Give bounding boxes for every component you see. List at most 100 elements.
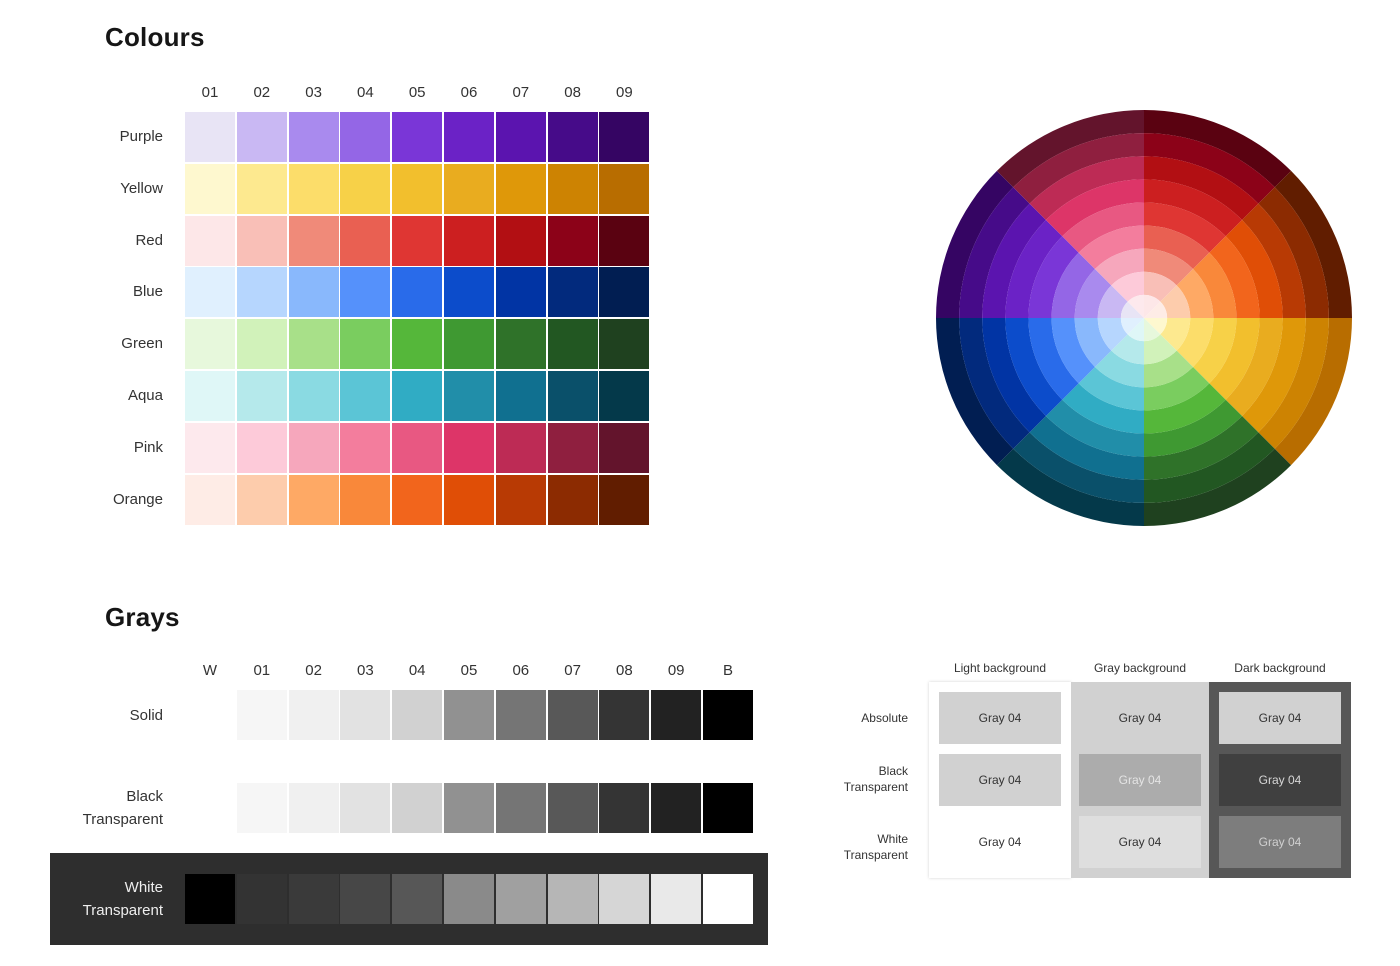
colour-column-header-07: 07 [512, 84, 530, 101]
swatch-orange-06 [444, 474, 494, 525]
swatch-pink-08 [547, 422, 598, 473]
swatch-blue-08 [547, 267, 598, 318]
gray-column-header-02: 02 [305, 662, 322, 679]
colour-row-label-red: Red [135, 231, 163, 249]
swatch-red-04 [340, 215, 391, 266]
colour-column-header-08: 08 [564, 84, 581, 101]
colour-column-header-09: 09 [616, 84, 633, 101]
swatch-aqua-07 [495, 371, 546, 421]
white-transparent-swatch-04 [392, 874, 443, 924]
colour-row-label-blue: Blue [132, 283, 163, 301]
swatch-pink-07 [495, 422, 546, 473]
colours-title: Colours [105, 22, 205, 52]
swatch-blue-01 [185, 267, 235, 318]
swatch-green-09 [599, 319, 650, 370]
swatch-purple-04 [340, 112, 391, 162]
bg-row-label-2-line1: White [877, 832, 908, 846]
white-transparent-swatch-W [185, 874, 235, 924]
gray-column-header-06: 06 [512, 662, 530, 679]
black-transparent-swatch-B [703, 783, 753, 833]
gray-column-header-B: B [722, 662, 733, 679]
swatch-green-07 [495, 319, 546, 370]
swatch-aqua-09 [599, 371, 650, 421]
black-transparent-swatch-09 [651, 783, 702, 833]
swatch-green-02 [236, 319, 287, 370]
swatch-blue-03 [288, 267, 339, 318]
gray-column-header-04: 04 [408, 662, 426, 679]
black-transparent-swatch-04 [392, 783, 443, 833]
white-transparent-swatch-07 [547, 874, 598, 924]
swatch-blue-07 [495, 267, 546, 318]
colour-row-label-green: Green [121, 335, 163, 353]
swatch-orange-08 [547, 474, 598, 525]
bg-header-0: Light background [953, 661, 1047, 675]
solid-swatch-B [703, 690, 753, 740]
swatch-red-09 [599, 215, 650, 266]
swatch-blue-02 [236, 267, 287, 318]
black-transparent-label-line1: Black [126, 788, 163, 805]
white-transparent-swatch-08 [599, 874, 650, 924]
swatch-pink-05 [392, 422, 443, 473]
colour-wheel [936, 110, 1352, 526]
colour-row-label-pink: Pink [133, 438, 163, 456]
swatch-red-06 [444, 215, 494, 266]
swatch-pink-04 [340, 422, 391, 473]
colour-row-label-aqua: Aqua [127, 387, 163, 404]
solid-swatch-W [185, 690, 235, 740]
swatch-blue-09 [599, 267, 650, 318]
solid-swatch-08 [599, 690, 650, 740]
bg-row-label-1-line2: Transparent [843, 780, 908, 794]
swatch-aqua-02 [236, 371, 287, 421]
solid-swatch-04 [392, 690, 443, 740]
swatch-red-03 [288, 215, 339, 266]
swatch-yellow-03 [288, 163, 339, 214]
swatch-aqua-01 [185, 371, 235, 421]
swatch-purple-07 [495, 112, 546, 162]
black-transparent-label-line2: Transparent [82, 811, 163, 828]
white-transparent-swatch-B [703, 874, 753, 924]
swatch-purple-08 [547, 112, 598, 162]
solid-swatch-03 [340, 690, 391, 740]
colour-row-label-yellow: Yellow [120, 179, 163, 197]
black-transparent-swatch-W [185, 783, 235, 833]
bg-row-label-2: White Transparent [830, 831, 908, 863]
swatch-orange-03 [288, 474, 339, 525]
swatch-red-05 [392, 215, 443, 266]
swatch-yellow-01 [185, 163, 235, 214]
white-transparent-swatch-03 [340, 874, 391, 924]
swatch-green-01 [185, 319, 235, 370]
white-transparent-swatch-05 [444, 874, 494, 924]
black-transparent-swatch-07 [547, 783, 598, 833]
colour-column-header-03: 03 [305, 84, 322, 101]
swatch-pink-01 [185, 422, 235, 473]
solid-swatch-01 [236, 690, 287, 740]
swatch-pink-02 [236, 422, 287, 473]
swatch-yellow-02 [236, 163, 287, 214]
swatch-yellow-09 [599, 163, 650, 214]
swatch-purple-06 [444, 112, 494, 162]
solid-label: Solid [129, 707, 163, 724]
white-transparent-label: White Transparent [60, 876, 163, 922]
swatch-aqua-05 [392, 371, 443, 421]
swatch-red-01 [185, 215, 235, 266]
swatch-yellow-06 [444, 163, 494, 214]
bg-row-label-0-line1: Absolute [861, 711, 908, 725]
swatch-blue-04 [340, 267, 391, 318]
demo-box-2-1: Gray 04 [1079, 816, 1201, 868]
solid-swatch-07 [547, 690, 598, 740]
swatch-orange-05 [392, 474, 443, 525]
black-transparent-swatch-02 [288, 783, 339, 833]
demo-box-2-2: Gray 04 [1219, 816, 1341, 868]
swatch-purple-02 [236, 112, 287, 162]
swatch-blue-05 [392, 267, 443, 318]
demo-box-1-1: Gray 04 [1079, 754, 1201, 806]
demo-box-0-2: Gray 04 [1219, 692, 1341, 744]
swatch-green-06 [444, 319, 494, 370]
white-transparent-swatch-09 [651, 874, 702, 924]
swatch-yellow-05 [392, 163, 443, 214]
black-transparent-swatch-06 [495, 783, 546, 833]
white-transparent-swatch-02 [288, 874, 339, 924]
swatch-blue-06 [444, 267, 494, 318]
colour-row-label-orange: Orange [112, 490, 163, 508]
bg-header-2: Dark background [1234, 661, 1326, 675]
